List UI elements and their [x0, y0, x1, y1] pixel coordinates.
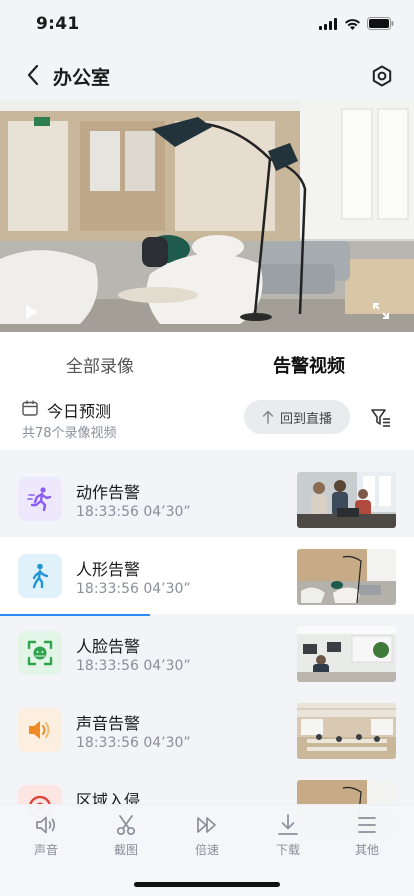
scissors-icon — [116, 815, 136, 836]
screenshot-label: 截图 — [113, 843, 138, 857]
bottom-toolbar: 声音 截图 倍速 下载 其他 — [0, 804, 414, 864]
volume-label: 声音 — [33, 843, 58, 857]
face-scan-icon — [27, 640, 53, 666]
alert-thumbnail[interactable] — [297, 472, 396, 528]
alert-meta: 18:33:56 04’30” — [76, 658, 191, 674]
screenshot-button[interactable]: 截图 — [96, 811, 156, 858]
running-person-icon — [27, 487, 52, 512]
home-indicator[interactable] — [134, 882, 280, 887]
nav-bar: 办公室 — [0, 52, 414, 98]
calendar-icon[interactable] — [22, 400, 38, 416]
speed-label: 倍速 — [194, 843, 219, 857]
alert-meta: 18:33:56 04’30” — [76, 504, 191, 520]
alert-icon-box — [18, 477, 62, 521]
alert-name: 声音告警 — [76, 714, 141, 733]
recording-count: 共78个录像视频 — [22, 426, 117, 441]
thumbnail-image — [297, 549, 396, 605]
filter-button[interactable] — [370, 407, 392, 429]
wifi-icon — [345, 18, 360, 30]
alert-thumbnail[interactable] — [297, 703, 396, 759]
alert-name: 动作告警 — [76, 483, 141, 502]
playback-progress — [0, 614, 150, 616]
settings-button[interactable] — [370, 64, 394, 88]
alert-duration: 04’30” — [143, 658, 191, 674]
list-item[interactable]: 人形告警 18:33:56 04’30” — [0, 537, 414, 614]
home-bar-area — [0, 864, 414, 896]
signal-icon — [319, 17, 337, 30]
speaker-icon — [29, 721, 50, 739]
thumbnail-image — [297, 703, 396, 759]
battery-icon — [367, 17, 394, 30]
list-item[interactable]: 动作告警 18:33:56 04’30” — [0, 460, 414, 537]
alert-duration: 04’30” — [143, 581, 191, 597]
menu-icon — [358, 817, 376, 833]
alert-thumbnail[interactable] — [297, 549, 396, 605]
filter-icon — [371, 409, 390, 427]
alert-time: 18:33:56 — [76, 504, 139, 520]
date-label[interactable]: 今日预测 — [47, 398, 111, 422]
list-item[interactable]: 人脸告警 18:33:56 04’30” — [0, 614, 414, 691]
status-time: 9:41 — [36, 14, 80, 34]
status-bar: 9:41 — [0, 0, 414, 48]
alert-name: 人脸告警 — [76, 637, 141, 656]
page-title: 办公室 — [53, 67, 111, 89]
alert-name: 人形告警 — [76, 560, 141, 579]
fullscreen-button[interactable] — [372, 302, 390, 320]
speed-button[interactable]: 倍速 — [177, 811, 237, 858]
video-player[interactable] — [0, 99, 414, 332]
chevron-left-icon — [27, 64, 39, 86]
alert-icon-box — [18, 708, 62, 752]
alert-time: 18:33:56 — [76, 581, 139, 597]
tab-all-recordings[interactable]: 全部录像 — [66, 352, 134, 377]
video-frame-image — [0, 99, 414, 332]
alert-duration: 04’30” — [143, 504, 191, 520]
download-icon — [278, 814, 298, 835]
more-label: 其他 — [354, 843, 379, 857]
alert-duration: 04’30” — [143, 735, 191, 751]
alert-meta: 18:33:56 04’30” — [76, 735, 191, 751]
list-item[interactable]: 声音告警 18:33:56 04’30” — [0, 691, 414, 768]
download-button[interactable]: 下载 — [258, 811, 318, 858]
thumbnail-image — [297, 626, 396, 682]
tab-alarm-videos[interactable]: 告警视频 — [273, 352, 345, 378]
alert-icon-box — [18, 554, 62, 598]
status-icons — [319, 17, 394, 30]
arrow-up-icon — [262, 410, 274, 424]
tab-bar: 全部录像 告警视频 — [0, 332, 414, 392]
fullscreen-icon — [373, 303, 389, 319]
back-button[interactable] — [20, 62, 46, 88]
alert-meta: 18:33:56 04’30” — [76, 581, 191, 597]
alert-thumbnail[interactable] — [297, 626, 396, 682]
walking-person-icon — [32, 563, 49, 589]
back-to-live-label: 回到直播 — [279, 411, 332, 427]
settings-icon — [372, 65, 392, 87]
download-label: 下载 — [275, 843, 300, 857]
alert-icon-box — [18, 631, 62, 675]
more-button[interactable]: 其他 — [337, 811, 397, 858]
play-button[interactable] — [22, 303, 40, 321]
alert-time: 18:33:56 — [76, 735, 139, 751]
filter-bar: 今日预测 共78个录像视频 回到直播 — [0, 392, 414, 450]
play-icon — [26, 305, 38, 319]
thumbnail-image — [297, 472, 396, 528]
alert-time: 18:33:56 — [76, 658, 139, 674]
back-to-live-button[interactable]: 回到直播 — [244, 400, 350, 434]
fast-forward-icon — [197, 817, 216, 833]
volume-icon — [36, 816, 56, 834]
volume-button[interactable]: 声音 — [16, 811, 76, 858]
